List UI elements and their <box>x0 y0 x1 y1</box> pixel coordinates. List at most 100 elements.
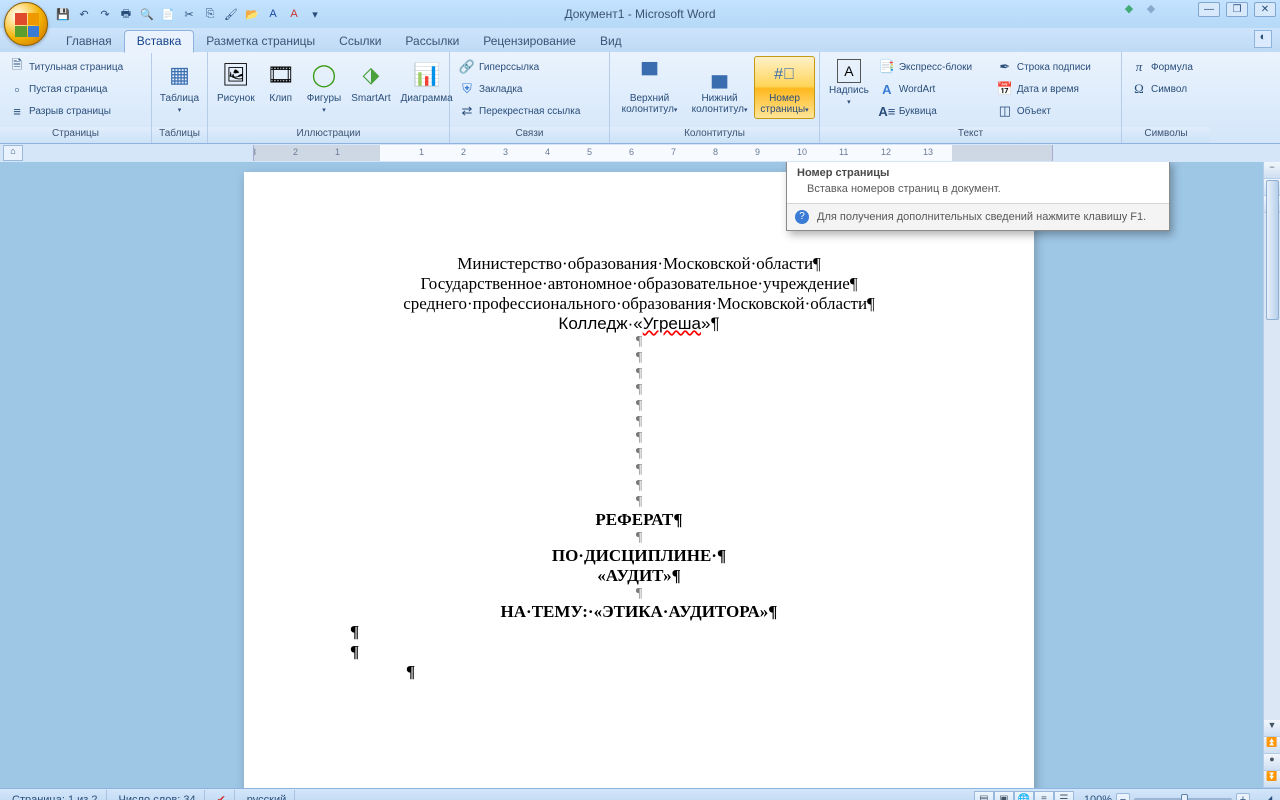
quick-parts-button[interactable]: 📑Экспресс-блоки <box>874 56 992 78</box>
status-page[interactable]: Страница: 1 из 2 <box>4 790 107 800</box>
status-word-count[interactable]: Число слов: 34 <box>111 790 205 800</box>
view-ruler-toggle[interactable]: ⌂ <box>3 145 23 161</box>
close-button[interactable]: ✕ <box>1254 2 1276 17</box>
zoom-value[interactable]: 100% <box>1084 794 1112 800</box>
doc-audit: «АУДИТ»¶ <box>330 566 948 586</box>
addon-icon-2[interactable]: ◆ <box>1142 2 1160 20</box>
tab-home[interactable]: Главная <box>54 31 124 52</box>
qat-copy-icon[interactable]: ⎘ <box>201 5 219 23</box>
qat-new-icon[interactable]: 📄 <box>159 5 177 23</box>
doc-empty: ¶ <box>330 414 948 430</box>
clip-icon: 🎞 <box>265 59 297 91</box>
chart-button[interactable]: 📊Диаграмма <box>396 56 458 107</box>
qat-open-icon[interactable]: 📂 <box>243 5 261 23</box>
tab-insert[interactable]: Вставка <box>124 30 195 53</box>
group-links-label: Связи <box>450 127 609 143</box>
group-text: AНадпись 📑Экспресс-блоки AWordArt A≡Букв… <box>820 52 1122 143</box>
status-resize-grip[interactable]: ◢ <box>1260 793 1276 800</box>
scroll-split-icon[interactable]: − <box>1264 162 1280 179</box>
zoom-in-button[interactable]: + <box>1236 793 1250 800</box>
status-language[interactable]: русский <box>239 790 295 800</box>
doc-empty: ¶ <box>330 462 948 478</box>
doc-line-4: Колледж·«Угреша»¶ <box>330 314 948 334</box>
crossref-button[interactable]: ⇄Перекрестная ссылка <box>454 100 605 122</box>
group-hf-label: Колонтитулы <box>610 127 819 143</box>
picture-button[interactable]: 🖼Рисунок <box>212 56 260 107</box>
textbox-button[interactable]: AНадпись <box>824 56 874 111</box>
object-button[interactable]: ◫Объект <box>992 100 1114 122</box>
zoom-out-button[interactable]: − <box>1116 793 1130 800</box>
footer-button[interactable]: ▄Нижний колонтитул <box>685 56 754 119</box>
cover-page-button[interactable]: 🗎Титульная страница <box>4 56 147 78</box>
ribbon-help-button[interactable]: ◐ <box>1254 30 1272 48</box>
clip-button[interactable]: 🎞Клип <box>260 56 302 107</box>
textbox-icon: A <box>837 59 861 83</box>
prev-page-button[interactable]: ⏫ <box>1264 737 1280 754</box>
chart-icon: 📊 <box>411 59 443 91</box>
doc-empty: ¶ <box>330 430 948 446</box>
scroll-thumb[interactable] <box>1266 180 1279 320</box>
vertical-scrollbar[interactable]: − ▤ ▲ ▼ ⏫ ● ⏬ <box>1263 162 1280 788</box>
qat-undo-icon[interactable]: ↶ <box>75 5 93 23</box>
shapes-button[interactable]: ◯Фигуры <box>302 56 346 119</box>
qat-preview-icon[interactable]: 🔍 <box>138 5 156 23</box>
tab-references[interactable]: Ссылки <box>327 31 393 52</box>
doc-empty: ¶ <box>330 478 948 494</box>
qat-cut-icon[interactable]: ✂ <box>180 5 198 23</box>
web-layout-view[interactable]: 🌐 <box>1014 791 1034 800</box>
header-button[interactable]: ▀Верхний колонтитул <box>614 56 685 119</box>
table-button[interactable]: ▦Таблица <box>155 56 204 119</box>
page[interactable]: Министерство·образования·Московской·обла… <box>244 172 1034 788</box>
table-icon: ▦ <box>164 59 196 91</box>
group-illustrations: 🖼Рисунок 🎞Клип ◯Фигуры ⬗SmartArt 📊Диагра… <box>208 52 450 143</box>
tab-page-layout[interactable]: Разметка страницы <box>194 31 327 52</box>
qat-a-icon[interactable]: A <box>264 5 282 23</box>
equation-button[interactable]: πФормула <box>1126 56 1206 78</box>
full-screen-view[interactable]: ▣ <box>994 791 1014 800</box>
status-proofing[interactable]: ✔ <box>209 790 235 800</box>
qat-save-icon[interactable]: 💾 <box>54 5 72 23</box>
symbol-button[interactable]: ΩСимвол <box>1126 78 1206 100</box>
outline-view[interactable]: ≡ <box>1034 791 1054 800</box>
qat-quickprint-icon[interactable]: 🖶 <box>117 5 135 23</box>
tab-view[interactable]: Вид <box>588 31 634 52</box>
wordart-icon: A <box>879 81 895 97</box>
group-symbols-label: Символы <box>1122 127 1210 143</box>
doc-empty-left: ¶ <box>330 622 948 642</box>
qat-paint-icon[interactable]: 🖌 <box>222 5 240 23</box>
crossref-icon: ⇄ <box>459 103 475 119</box>
restore-button[interactable]: ❐ <box>1226 2 1248 17</box>
datetime-button[interactable]: 📅Дата и время <box>992 78 1114 100</box>
smartart-button[interactable]: ⬗SmartArt <box>346 56 395 107</box>
page-number-button[interactable]: #⃣Номер страницы <box>754 56 815 119</box>
qat-a2-icon[interactable]: A <box>285 5 303 23</box>
draft-view[interactable]: ☰ <box>1054 791 1074 800</box>
qat-redo-icon[interactable]: ↷ <box>96 5 114 23</box>
zoom-knob[interactable] <box>1181 794 1188 800</box>
next-page-button[interactable]: ⏬ <box>1264 771 1280 788</box>
hyperlink-button[interactable]: 🔗Гиперссылка <box>454 56 605 78</box>
page-break-button[interactable]: ≡Разрыв страницы <box>4 100 147 122</box>
header-icon: ▀ <box>634 59 666 91</box>
horizontal-ruler[interactable]: 32112345678910111213 <box>253 145 1053 161</box>
tab-review[interactable]: Рецензирование <box>471 31 588 52</box>
zoom-control: 100% − + <box>1078 793 1256 800</box>
tab-mailings[interactable]: Рассылки <box>393 31 471 52</box>
ribbon-tabs: Главная Вставка Разметка страницы Ссылки… <box>0 28 1280 52</box>
scroll-down-button[interactable]: ▼ <box>1264 720 1280 737</box>
office-button[interactable] <box>4 2 48 46</box>
qat-dd-icon[interactable]: ▾ <box>306 5 324 23</box>
print-layout-view[interactable]: ▤ <box>974 791 994 800</box>
blank-page-button[interactable]: ▫Пустая страница <box>4 78 147 100</box>
group-pages: 🗎Титульная страница ▫Пустая страница ≡Ра… <box>0 52 152 143</box>
signature-line-button[interactable]: ✒Строка подписи <box>992 56 1114 78</box>
dropcap-button[interactable]: A≡Буквица <box>874 100 992 122</box>
addon-icon-1[interactable]: ◆ <box>1120 2 1138 20</box>
minimize-button[interactable]: — <box>1198 2 1220 17</box>
tooltip-footer: ? Для получения дополнительных сведений … <box>787 203 1169 230</box>
bookmark-button[interactable]: ⛨Закладка <box>454 78 605 100</box>
wordart-button[interactable]: AWordArt <box>874 78 992 100</box>
doc-empty-left: ¶ <box>330 662 948 682</box>
browse-object-button[interactable]: ● <box>1264 754 1280 771</box>
doc-empty: ¶ <box>330 382 948 398</box>
